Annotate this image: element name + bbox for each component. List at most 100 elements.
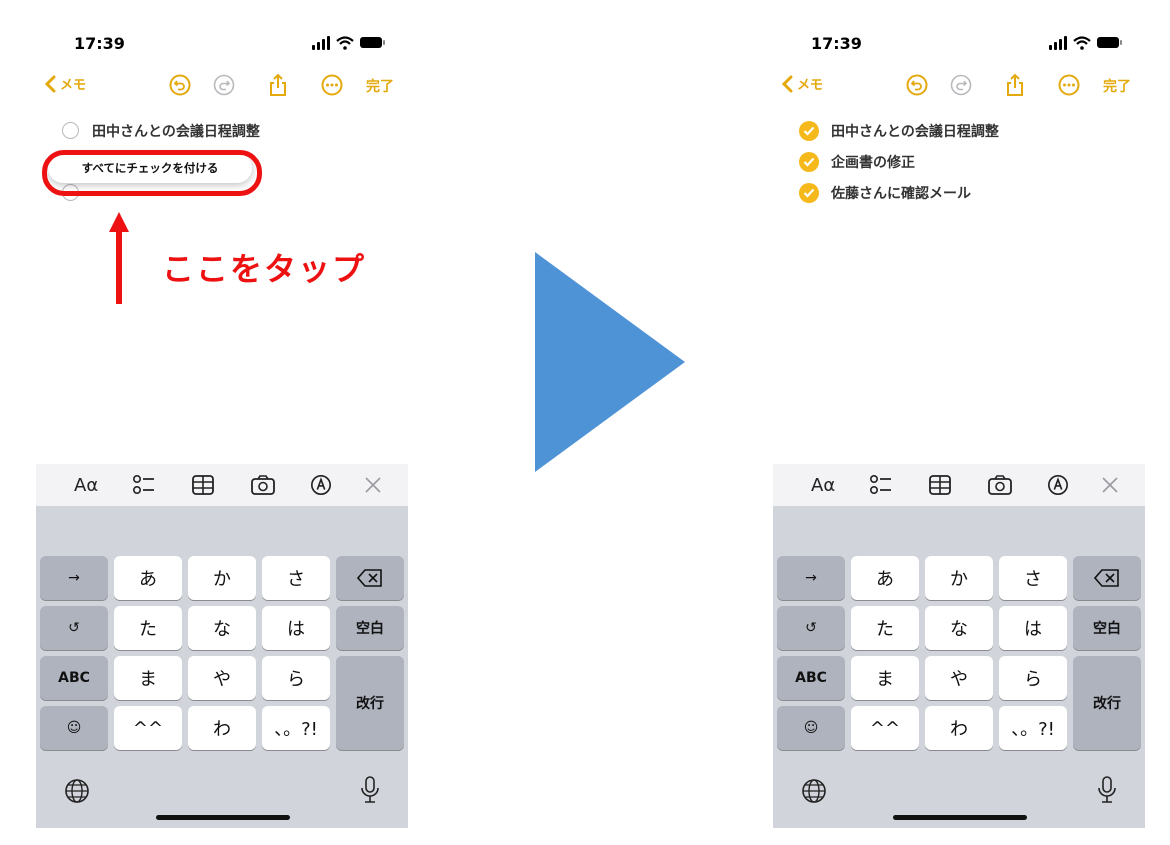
camera-icon[interactable] [250, 474, 276, 496]
close-icon[interactable] [363, 474, 383, 496]
backspace-key[interactable] [336, 556, 404, 600]
key-a[interactable]: あ [851, 556, 919, 600]
markup-icon[interactable] [309, 474, 333, 496]
microphone-icon[interactable] [1097, 776, 1117, 804]
home-indicator [893, 815, 1027, 820]
key-ha[interactable]: は [999, 606, 1067, 650]
globe-icon[interactable] [64, 778, 90, 804]
status-bar: 17:39 [36, 32, 408, 58]
key-sa[interactable]: さ [999, 556, 1067, 600]
checklist-item-text: 企画書の修正 [831, 154, 915, 171]
status-time: 17:39 [74, 34, 125, 53]
key-ka[interactable]: か [188, 556, 256, 600]
key-arrow[interactable]: → [777, 556, 845, 600]
checklist-item-text: 佐藤さんに確認メール [831, 185, 971, 202]
checkmark-circle-icon[interactable] [799, 182, 819, 203]
key-sa[interactable]: さ [262, 556, 330, 600]
japanese-keyboard: → あ か さ ↺ た な は 空白 ABC ま や ら 改行 ☺ ^^ わ 、… [773, 506, 1145, 828]
emoji-key[interactable]: ☺ [40, 706, 108, 750]
key-kaomoji[interactable]: ^^ [114, 706, 182, 750]
key-punctuation[interactable]: 、。?! [262, 706, 330, 750]
format-text-button[interactable]: Aα [811, 474, 835, 496]
delete-icon [357, 569, 382, 587]
format-text-button[interactable]: Aα [74, 474, 98, 496]
checklist-item[interactable]: 田中さんとの会議日程調整 [799, 115, 999, 146]
return-key[interactable]: 改行 [1073, 656, 1141, 750]
microphone-icon[interactable] [360, 776, 380, 804]
wifi-icon [336, 36, 354, 50]
checkmark-circle-icon[interactable] [799, 120, 819, 141]
space-key[interactable]: 空白 [336, 606, 404, 650]
checklist: 田中さんとの会議日程調整 企画書の修正 佐藤さんに確認メール [799, 115, 999, 208]
key-undo[interactable]: ↺ [40, 606, 108, 650]
back-label: メモ [797, 78, 824, 93]
right-phone-screen: 17:39 メモ 完了 田中さんとの会議日程調整 企画書の修正 佐藤さんに確認メ… [773, 0, 1145, 828]
share-icon[interactable] [266, 73, 290, 97]
key-ta[interactable]: た [114, 606, 182, 650]
redo-icon[interactable] [212, 73, 236, 97]
key-punctuation[interactable]: 、。?! [999, 706, 1067, 750]
back-button[interactable]: メモ [44, 74, 86, 93]
undo-icon[interactable] [905, 73, 929, 97]
left-phone-screen: 17:39 メモ 完了 田中さんとの会議日程調整 すべてにチェックを付ける ここ… [36, 0, 408, 828]
key-na[interactable]: な [925, 606, 993, 650]
key-wa[interactable]: わ [925, 706, 993, 750]
key-ra[interactable]: ら [999, 656, 1067, 700]
close-icon[interactable] [1100, 474, 1120, 496]
chevron-left-icon [44, 75, 56, 92]
done-button[interactable]: 完了 [1103, 76, 1131, 96]
battery-icon [360, 37, 385, 48]
return-key[interactable]: 改行 [336, 656, 404, 750]
key-ya[interactable]: や [188, 656, 256, 700]
chevron-left-icon [781, 75, 793, 92]
home-indicator [156, 815, 290, 820]
table-icon[interactable] [191, 474, 215, 496]
back-button[interactable]: メモ [781, 74, 823, 93]
key-kaomoji[interactable]: ^^ [851, 706, 919, 750]
share-icon[interactable] [1003, 73, 1027, 97]
abc-key[interactable]: ABC [777, 656, 845, 700]
format-toolbar: Aα [773, 464, 1145, 506]
done-button[interactable]: 完了 [366, 76, 394, 96]
camera-icon[interactable] [987, 474, 1013, 496]
checklist-item[interactable]: 企画書の修正 [799, 146, 999, 177]
undo-icon[interactable] [168, 73, 192, 97]
nav-bar: メモ 完了 [773, 70, 1145, 104]
space-key[interactable]: 空白 [1073, 606, 1141, 650]
markup-icon[interactable] [1046, 474, 1070, 496]
backspace-key[interactable] [1073, 556, 1141, 600]
key-wa[interactable]: わ [188, 706, 256, 750]
unchecked-circle-icon[interactable] [62, 122, 79, 139]
key-ta[interactable]: た [851, 606, 919, 650]
checklist-icon[interactable] [869, 474, 893, 496]
status-time: 17:39 [811, 34, 862, 53]
checklist-item[interactable]: 田中さんとの会議日程調整 [62, 115, 260, 146]
checkmark-circle-icon[interactable] [799, 151, 819, 172]
checklist-icon[interactable] [132, 474, 156, 496]
abc-key[interactable]: ABC [40, 656, 108, 700]
checklist-item-text: 田中さんとの会議日程調整 [831, 123, 999, 140]
key-na[interactable]: な [188, 606, 256, 650]
table-icon[interactable] [928, 474, 952, 496]
globe-icon[interactable] [801, 778, 827, 804]
checklist-item[interactable]: 佐藤さんに確認メール [799, 177, 999, 208]
key-arrow[interactable]: → [40, 556, 108, 600]
checklist-item-text: 田中さんとの会議日程調整 [92, 123, 260, 140]
key-ya[interactable]: や [925, 656, 993, 700]
redo-icon[interactable] [949, 73, 973, 97]
key-ma[interactable]: ま [114, 656, 182, 700]
more-icon[interactable] [1057, 73, 1081, 97]
key-ha[interactable]: は [262, 606, 330, 650]
key-ka[interactable]: か [925, 556, 993, 600]
key-undo[interactable]: ↺ [777, 606, 845, 650]
key-ra[interactable]: ら [262, 656, 330, 700]
japanese-keyboard: → あ か さ ↺ た な は 空白 ABC ま や ら 改行 ☺ ^^ わ 、… [36, 506, 408, 828]
more-icon[interactable] [320, 73, 344, 97]
back-label: メモ [60, 78, 87, 93]
key-a[interactable]: あ [114, 556, 182, 600]
emoji-key[interactable]: ☺ [777, 706, 845, 750]
key-ma[interactable]: ま [851, 656, 919, 700]
format-toolbar: Aα [36, 464, 408, 506]
signal-icon [312, 36, 330, 50]
signal-icon [1049, 36, 1067, 50]
